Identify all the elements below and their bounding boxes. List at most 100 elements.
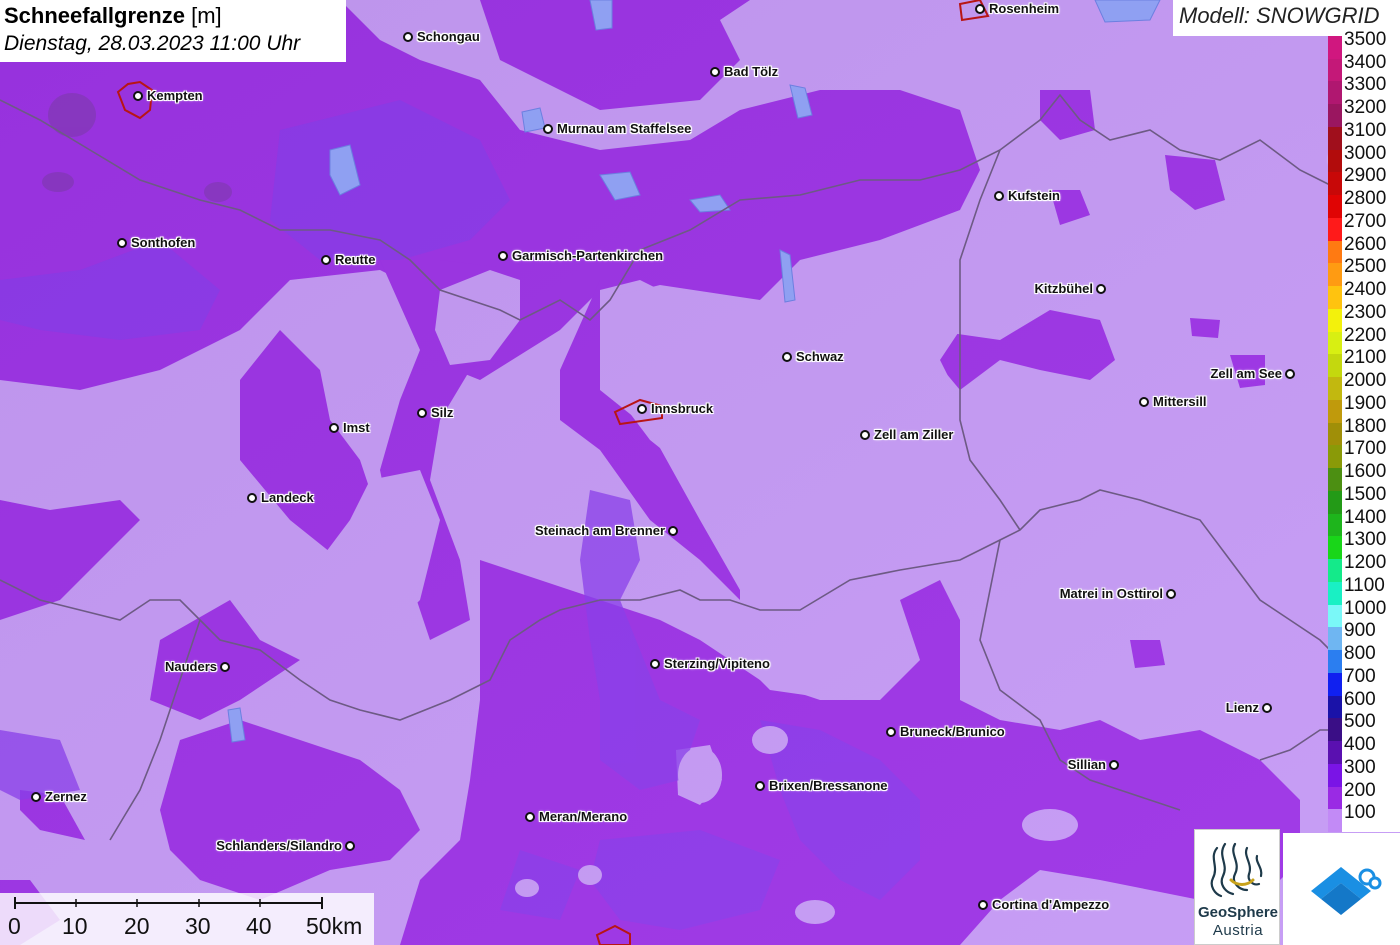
legend-item-2400: 2400: [1328, 278, 1400, 309]
legend-item-2700: 2700: [1328, 210, 1400, 241]
city-marker-zell-am-see[interactable]: [1285, 369, 1295, 379]
legend-label-2100: 2100: [1344, 347, 1387, 369]
city-marker-steinach-am-brenner[interactable]: [668, 526, 678, 536]
scale-tick-10: 10: [62, 913, 88, 939]
legend-label-2400: 2400: [1344, 279, 1387, 301]
legend-item-2800: 2800: [1328, 187, 1400, 218]
city-label-sillian: Sillian: [1067, 757, 1106, 772]
legend-item-200: 200: [1328, 779, 1400, 810]
scale-bar: 0 10 20 30 40 50km: [0, 893, 374, 945]
city-marker-schlanders-silandro[interactable]: [345, 841, 355, 851]
city-marker-schwaz[interactable]: [782, 352, 792, 362]
city-marker-brixen-bressanone[interactable]: [755, 781, 765, 791]
legend-item-2200: 2200: [1328, 324, 1400, 355]
city-label-murnau-am-staffelsee: Murnau am Staffelsee: [557, 121, 692, 136]
city-marker-innsbruck[interactable]: [637, 404, 647, 414]
city-marker-meran-merano[interactable]: [525, 812, 535, 822]
city-label-nauders: Nauders: [164, 659, 217, 674]
city-marker-kufstein[interactable]: [994, 191, 1004, 201]
legend-label-2700: 2700: [1344, 210, 1387, 232]
city-label-meran-merano: Meran/Merano: [539, 809, 628, 824]
geosphere-austria-logo[interactable]: GeoSphere Austria: [1194, 829, 1280, 945]
legend-label-2200: 2200: [1344, 324, 1387, 346]
city-label-landeck: Landeck: [261, 490, 314, 505]
legend-item-3500: 3500: [1328, 28, 1400, 59]
legend-label-1000: 1000: [1344, 597, 1387, 619]
legend-label-200: 200: [1344, 779, 1376, 801]
city-marker-cortina-d-ampezzo[interactable]: [978, 900, 988, 910]
map-title-box: Schneefallgrenze [m] Dienstag, 28.03.202…: [0, 0, 346, 62]
city-label-zell-am-see: Zell am See: [1210, 366, 1282, 381]
city-label-brixen-bressanone: Brixen/Bressanone: [769, 778, 888, 793]
legend-label-300: 300: [1344, 756, 1376, 778]
legend-item-3400: 3400: [1328, 51, 1400, 82]
legend-label-1700: 1700: [1344, 438, 1387, 460]
city-label-bruneck-brunico: Bruneck/Brunico: [900, 724, 1005, 739]
legend-label-2900: 2900: [1344, 165, 1387, 187]
city-label-imst: Imst: [343, 420, 370, 435]
legend-item-1000: 1000: [1328, 597, 1400, 628]
city-marker-reutte[interactable]: [321, 255, 331, 265]
map-datetime: Dienstag, 28.03.2023 11:00 Uhr: [4, 32, 301, 55]
map-title: Schneefallgrenze [m]: [4, 2, 342, 30]
city-label-steinach-am-brenner: Steinach am Brenner: [534, 523, 665, 538]
terrain-shading: [0, 0, 1400, 945]
legend-item-1400: 1400: [1328, 506, 1400, 537]
legend-label-3100: 3100: [1344, 119, 1387, 141]
city-marker-mittersill[interactable]: [1139, 397, 1149, 407]
legend-label-900: 900: [1344, 620, 1376, 642]
legend-label-600: 600: [1344, 688, 1376, 710]
city-label-garmisch-partenkirchen: Garmisch-Partenkirchen: [512, 248, 664, 263]
city-marker-kitzb-hel[interactable]: [1096, 284, 1106, 294]
city-label-sonthofen: Sonthofen: [131, 235, 196, 250]
snowfall-line-map[interactable]: [0, 0, 1400, 945]
city-marker-silz[interactable]: [417, 408, 427, 418]
geosphere-logo-country: Austria: [1212, 922, 1264, 939]
city-label-kempten: Kempten: [147, 88, 203, 103]
legend-item-3200: 3200: [1328, 96, 1400, 127]
scale-tick-40: 40: [246, 913, 272, 939]
city-marker-sterzing-vipiteno[interactable]: [650, 659, 660, 669]
city-marker-zernez[interactable]: [31, 792, 41, 802]
city-marker-sillian[interactable]: [1109, 760, 1119, 770]
city-label-silz: Silz: [431, 405, 454, 420]
legend-item-2100: 2100: [1328, 346, 1400, 378]
city-marker-lienz[interactable]: [1262, 703, 1272, 713]
legend-item-3100: 3100: [1328, 119, 1400, 150]
city-label-mittersill: Mittersill: [1153, 394, 1207, 409]
city-label-sterzing-vipiteno: Sterzing/Vipiteno: [664, 656, 770, 671]
city-marker-zell-am-ziller[interactable]: [860, 430, 870, 440]
city-marker-landeck[interactable]: [247, 493, 257, 503]
city-marker-sonthofen[interactable]: [117, 238, 127, 248]
legend-item-1800: 1800: [1328, 415, 1400, 446]
legend-label-1800: 1800: [1344, 415, 1387, 437]
city-marker-bad-t-lz[interactable]: [710, 67, 720, 77]
legend-item-600: 600: [1328, 688, 1400, 719]
city-marker-imst[interactable]: [329, 423, 339, 433]
legend-item-1900: 1900: [1328, 392, 1400, 423]
legend-item-3300: 3300: [1328, 73, 1400, 105]
city-label-schlanders-silandro: Schlanders/Silandro: [216, 838, 342, 853]
legend-item-2500: 2500: [1328, 255, 1400, 287]
city-marker-kempten[interactable]: [133, 91, 143, 101]
legend-item-2600: 2600: [1328, 233, 1400, 264]
map-title-unit: [m]: [191, 3, 222, 28]
city-marker-matrei-in-osttirol[interactable]: [1166, 589, 1176, 599]
legend-item-100: 100: [1328, 801, 1400, 832]
scale-tick-30: 30: [185, 913, 211, 939]
city-marker-nauders[interactable]: [220, 662, 230, 672]
city-label-bad-t-lz: Bad Tölz: [724, 64, 779, 79]
city-label-kitzb-hel: Kitzbühel: [1034, 281, 1094, 296]
city-marker-garmisch-partenkirchen[interactable]: [498, 251, 508, 261]
legend-label-400: 400: [1344, 734, 1376, 756]
snow-model-icon: [1311, 867, 1382, 915]
city-marker-schongau[interactable]: [403, 32, 413, 42]
city-marker-murnau-am-staffelsee[interactable]: [543, 124, 553, 134]
snow-model-logo[interactable]: [1283, 833, 1400, 945]
city-marker-rosenheim[interactable]: [975, 4, 985, 14]
city-label-cortina-d-ampezzo: Cortina d'Ampezzo: [992, 897, 1110, 912]
legend-item-1500: 1500: [1328, 483, 1400, 514]
city-marker-bruneck-brunico[interactable]: [886, 727, 896, 737]
legend-item-1700: 1700: [1328, 437, 1400, 469]
legend-item-1300: 1300: [1328, 528, 1400, 560]
